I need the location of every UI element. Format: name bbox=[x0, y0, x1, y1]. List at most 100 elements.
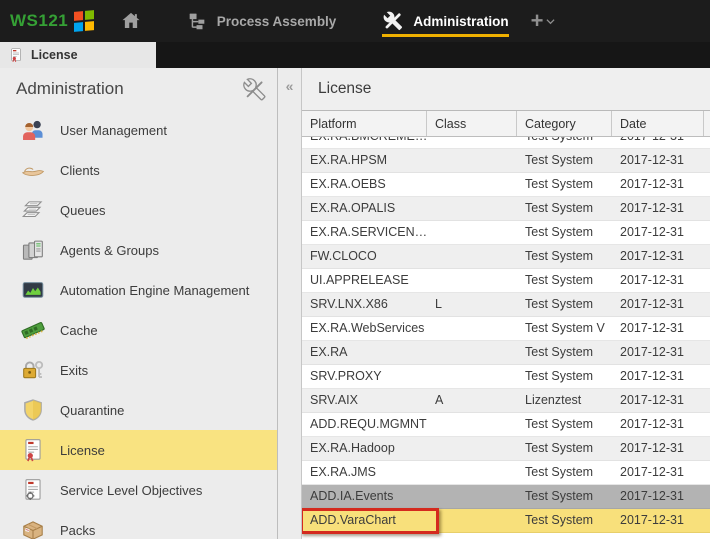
stack-icon bbox=[20, 197, 46, 223]
chevron-down-icon bbox=[546, 18, 555, 25]
table-row-add-varachart[interactable]: ADD.VaraChart Test System 2017-12-31 bbox=[302, 508, 710, 534]
sidebar-collapse-strip[interactable]: « bbox=[278, 68, 302, 539]
sidebar-item-exits[interactable]: Exits bbox=[0, 350, 277, 390]
cell-filler bbox=[704, 461, 710, 484]
sidebar-item-packs[interactable]: Packs bbox=[0, 510, 277, 539]
windows-logo-icon bbox=[74, 10, 94, 32]
table-row-add-requ-mgmnt[interactable]: ADD.REQU.MGMNT Test System 2017-12-31 bbox=[302, 413, 710, 437]
cell-filler bbox=[704, 413, 710, 436]
cell-filler bbox=[704, 317, 710, 340]
plus-icon: + bbox=[530, 8, 544, 33]
users-icon bbox=[20, 117, 46, 143]
sidebar-item-user-management[interactable]: User Management bbox=[0, 110, 277, 150]
sidebar-header: Administration bbox=[0, 68, 277, 110]
page-title: License bbox=[302, 68, 710, 111]
content-area: Administration User Management Clients Que… bbox=[0, 68, 710, 539]
cell-class bbox=[427, 269, 517, 292]
cell-platform: EX.RA.OPALIS bbox=[310, 201, 396, 215]
cell-platform: SRV.AIX bbox=[310, 393, 358, 407]
home-icon bbox=[120, 10, 142, 32]
column-header-date[interactable]: Date bbox=[612, 111, 704, 136]
sidebar-item-label: Clients bbox=[60, 162, 100, 178]
cell-date: 2017-12-31 bbox=[612, 137, 704, 148]
cell-class bbox=[427, 317, 517, 340]
cell-category: Test System bbox=[525, 489, 594, 503]
table-row-ex-ra-servicen[interactable]: EX.RA.SERVICEN… Test System 2017-12-31 bbox=[302, 221, 710, 245]
cell-platform: SRV.PROXY bbox=[310, 369, 382, 383]
cell-filler bbox=[704, 389, 710, 412]
cell-category: Test System bbox=[525, 201, 594, 215]
process-assembly-icon bbox=[186, 10, 208, 32]
sidebar-item-list: User Management Clients Queues Agents & Gro… bbox=[0, 110, 277, 539]
tools-icon bbox=[382, 10, 404, 32]
cell-filler bbox=[704, 269, 710, 292]
table-row-srv-aix[interactable]: SRV.AIX A Lizenztest 2017-12-31 bbox=[302, 389, 710, 413]
add-view-button[interactable]: + bbox=[530, 8, 556, 33]
ram-icon bbox=[20, 317, 46, 343]
table-row-ex-ra-opalis[interactable]: EX.RA.OPALIS Test System 2017-12-31 bbox=[302, 197, 710, 221]
cell-filler bbox=[704, 485, 710, 508]
table-row-ex-ra-bmcreme[interactable]: EX.RA.BMCREME… Test System2017-12-31 bbox=[302, 137, 710, 149]
nav-tab-administration[interactable]: Administration bbox=[382, 0, 509, 42]
sidebar-item-quarantine[interactable]: Quarantine bbox=[0, 390, 277, 430]
table-row-ex-ra-webservices[interactable]: EX.RA.WebServices Test System V 2017-12-31 bbox=[302, 317, 710, 341]
table-row-ex-ra-jms[interactable]: EX.RA.JMS Test System 2017-12-31 bbox=[302, 461, 710, 485]
cell-category: Test System bbox=[525, 225, 594, 239]
table-row-fw-cloco[interactable]: FW.CLOCO Test System 2017-12-31 bbox=[302, 245, 710, 269]
cell-date: 2017-12-31 bbox=[620, 417, 684, 431]
cell-category: Test System bbox=[525, 153, 594, 167]
license-panel: License Platform Class Category Date EX.RA.… bbox=[302, 68, 710, 539]
box-icon bbox=[20, 517, 46, 539]
sidebar-item-label: Quarantine bbox=[60, 402, 125, 418]
cell-class bbox=[427, 485, 517, 508]
cell-category: Test System bbox=[525, 369, 594, 383]
cell-date: 2017-12-31 bbox=[620, 369, 684, 383]
column-header-class[interactable]: Class bbox=[427, 111, 517, 136]
home-button[interactable] bbox=[120, 10, 142, 32]
cell-filler bbox=[704, 197, 710, 220]
table-header-row: Platform Class Category Date bbox=[302, 111, 710, 137]
sidebar-item-service-level-objectives[interactable]: Service Level Objectives bbox=[0, 470, 277, 510]
sidebar-item-automation-engine-management[interactable]: Automation Engine Management bbox=[0, 270, 277, 310]
cell-date: 2017-12-31 bbox=[620, 465, 684, 479]
table-row-ex-ra-hpsm[interactable]: EX.RA.HPSM Test System 2017-12-31 bbox=[302, 149, 710, 173]
sidebar-item-label: License bbox=[60, 442, 105, 458]
sidebar-item-agents-groups[interactable]: Agents & Groups bbox=[0, 230, 277, 270]
cell-class bbox=[427, 437, 517, 460]
cell-platform: SRV.LNX.X86 bbox=[310, 297, 388, 311]
servers-icon bbox=[20, 237, 46, 263]
cell-category: Test System bbox=[525, 417, 594, 431]
slo-doc-icon bbox=[20, 477, 46, 503]
open-tabs-bar: License bbox=[0, 42, 710, 68]
cell-category: Test System bbox=[525, 297, 594, 311]
tab-label: License bbox=[31, 48, 78, 62]
sidebar-item-label: User Management bbox=[60, 122, 167, 138]
table-row-srv-lnx-x86[interactable]: SRV.LNX.X86 L Test System 2017-12-31 bbox=[302, 293, 710, 317]
cell-date: 2017-12-31 bbox=[620, 273, 684, 287]
cell-category: Test System bbox=[525, 441, 594, 455]
table-row-ui-apprelease[interactable]: UI.APPRELEASE Test System 2017-12-31 bbox=[302, 269, 710, 293]
cell-filler bbox=[704, 365, 710, 388]
sidebar-item-license[interactable]: License bbox=[0, 430, 277, 470]
column-header-platform[interactable]: Platform bbox=[302, 111, 427, 136]
nav-tab-process-assembly[interactable]: Process Assembly bbox=[186, 0, 336, 42]
table-row-ex-ra[interactable]: EX.RA Test System 2017-12-31 bbox=[302, 341, 710, 365]
table-row-add-ia-events[interactable]: ADD.IA.Events Test System 2017-12-31 bbox=[302, 485, 710, 509]
cell-platform: EX.RA.Hadoop bbox=[310, 441, 395, 455]
sidebar-item-label: Automation Engine Management bbox=[60, 282, 250, 298]
tab-license[interactable]: License bbox=[0, 42, 156, 68]
table-row-srv-proxy[interactable]: SRV.PROXY Test System 2017-12-31 bbox=[302, 365, 710, 389]
sidebar-item-cache[interactable]: Cache bbox=[0, 310, 277, 350]
cell-category: Test System bbox=[517, 137, 612, 148]
sidebar-title: Administration bbox=[16, 79, 124, 98]
sidebar-item-clients[interactable]: Clients bbox=[0, 150, 277, 190]
sidebar-item-label: Agents & Groups bbox=[60, 242, 159, 258]
column-header-category[interactable]: Category bbox=[517, 111, 612, 136]
sidebar-item-queues[interactable]: Queues bbox=[0, 190, 277, 230]
table-row-ex-ra-hadoop[interactable]: EX.RA.Hadoop Test System 2017-12-31 bbox=[302, 437, 710, 461]
table-row-ex-ra-oebs[interactable]: EX.RA.OEBS Test System 2017-12-31 bbox=[302, 173, 710, 197]
cell-date: 2017-12-31 bbox=[620, 513, 684, 527]
cell-class bbox=[427, 365, 517, 388]
column-header-filler bbox=[704, 111, 710, 136]
cell-platform: EX.RA.JMS bbox=[310, 465, 376, 479]
